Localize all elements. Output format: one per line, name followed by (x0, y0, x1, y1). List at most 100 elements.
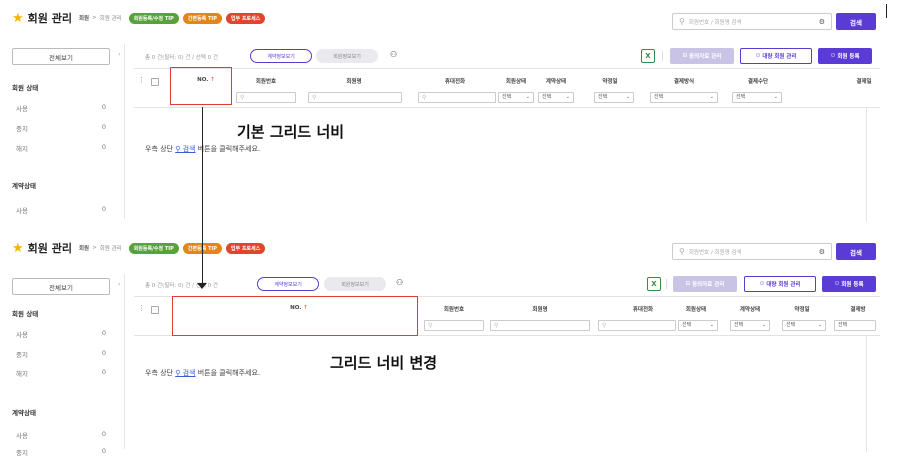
column-header-member-status[interactable]: 회원상태 (674, 305, 718, 313)
breadcrumb-separator: > (92, 245, 97, 251)
column-header-member-no[interactable]: 회원번호 (236, 77, 296, 85)
page-header: ★ 회원 관리 회원 > 회원 관리 회원등록/수정 TIP 간편등록 TIP … (12, 8, 266, 28)
filter-icon[interactable]: ⚙ (819, 248, 825, 256)
empty-search-link[interactable]: ⚲ 검색 (175, 369, 195, 377)
toolbar-separator (662, 51, 663, 61)
grid-count-info: 총 0 건(필터: 0) 건 / 선택 0 건 (145, 283, 218, 289)
highlight-no-column-resized (172, 296, 418, 336)
screenshot-top-panel: ★ 회원 관리 회원 > 회원 관리 회원등록/수정 TIP 간편등록 TIP … (0, 0, 880, 222)
breadcrumb-root[interactable]: 회원 (79, 244, 89, 252)
column-header-pay-method[interactable]: 결제방식 (664, 77, 704, 85)
favorite-star-icon[interactable]: ★ (12, 11, 24, 26)
search-input[interactable]: ⚲ 회원번호 / 회원명 검색 ⚙ (672, 13, 832, 30)
breadcrumb-current: 회원 관리 (99, 16, 122, 22)
breadcrumb-root[interactable]: 회원 (79, 14, 89, 22)
page-title: 회원 관리 (27, 12, 72, 25)
select-all-checkbox[interactable] (151, 78, 159, 86)
column-header-pay-means[interactable]: 결제수단 (738, 77, 778, 85)
bulk-data-button[interactable]: ⊟ 동의자료 관리 (670, 48, 734, 64)
filter-member-name-input[interactable]: ⚲ (308, 92, 402, 103)
grid-scroll-edge (866, 108, 867, 222)
collapse-sidebar-icon[interactable]: ‹ (118, 51, 120, 58)
search-icon: ⚲ (679, 17, 685, 26)
filter-member-no-input[interactable]: ⚲ (236, 92, 296, 103)
column-header-contract-status[interactable]: 계약상태 (538, 77, 574, 85)
filter-member-status-select[interactable]: 선택 ⌄ (498, 92, 534, 103)
collapse-sidebar-icon[interactable]: ‹ (118, 281, 120, 288)
tab-member-info[interactable]: 회원정보보기 (324, 277, 386, 291)
bulk-member-button[interactable]: ⚇ 대량 회원 관리 (740, 48, 812, 64)
person-settings-icon[interactable]: ⚇ (396, 278, 403, 287)
sidebar-item-terminated[interactable]: 해지 0 (16, 368, 106, 378)
sidebar-item-contract-suspended[interactable]: 중지 0 (16, 447, 106, 457)
sidebar-item-contract-active[interactable]: 사용 0 (16, 430, 106, 440)
column-header-pay-date[interactable]: 결제일 (846, 77, 880, 85)
filter-member-no-input[interactable]: ⚲ (424, 320, 484, 331)
tab-contract-info[interactable]: 계약정보보기 (257, 277, 319, 291)
filter-contract-status-select[interactable]: 선택 ⌄ (538, 92, 574, 103)
filter-icon[interactable]: ⚙ (819, 18, 825, 26)
view-all-button[interactable]: 전체보기 (12, 278, 110, 295)
column-menu-icon[interactable]: ⋮ (138, 76, 145, 84)
search-input[interactable]: ⚲ 회원번호 / 회원명 검색 ⚙ (672, 243, 832, 260)
person-settings-icon[interactable]: ⚇ (390, 50, 397, 59)
filter-pay-method-select[interactable]: 선택 ⌄ (650, 92, 718, 103)
view-all-button[interactable]: 전체보기 (12, 48, 110, 65)
excel-download-icon[interactable]: X (641, 49, 655, 63)
empty-grid-message: 우측 상단 ⚲ 검색 버튼을 클릭해주세요. (145, 369, 261, 377)
sidebar-item-terminated[interactable]: 해지 0 (16, 143, 106, 153)
sidebar-group-member-status: 회원 상태 (12, 310, 39, 318)
text-cursor (886, 4, 887, 18)
annotation-changed-width: 그리드 너비 변경 (330, 354, 438, 372)
grid-scroll-edge (866, 336, 867, 452)
filter-pay-method-select[interactable]: 선택 (834, 320, 876, 331)
resize-arrow-line (202, 107, 203, 287)
tip-simple-badge[interactable]: 간편등록 TIP (182, 12, 222, 24)
column-header-phone[interactable]: 휴대전화 (416, 77, 494, 85)
tab-contract-info[interactable]: 계약정보보기 (250, 49, 312, 63)
tip-register-badge[interactable]: 회원등록/수정 TIP (128, 242, 179, 254)
filter-contract-status-select[interactable]: 선택 ⌄ (730, 320, 770, 331)
page-header: ★ 회원 관리 회원 > 회원 관리 회원등록/수정 TIP 간편등록 TIP … (12, 238, 266, 258)
highlight-no-column-default (170, 67, 232, 105)
column-header-member-name[interactable]: 회원명 (304, 77, 404, 85)
filter-phone-input[interactable]: ⚲ (598, 320, 676, 331)
tab-member-info[interactable]: 회원정보보기 (316, 49, 378, 63)
sidebar-item-contract-active[interactable]: 사용 0 (16, 205, 106, 215)
search-placeholder: 회원번호 / 회원명 검색 (688, 19, 742, 26)
column-header-contract-date[interactable]: 약정일 (782, 305, 822, 313)
favorite-star-icon[interactable]: ★ (12, 241, 24, 256)
column-header-contract-status[interactable]: 계약상태 (728, 305, 772, 313)
column-header-member-no[interactable]: 회원번호 (424, 305, 484, 313)
excel-download-icon[interactable]: X (647, 277, 661, 291)
tip-process-badge[interactable]: 업무 프로세스 (225, 242, 266, 254)
select-all-checkbox[interactable] (151, 306, 159, 314)
search-button[interactable]: 검색 (836, 243, 876, 260)
register-member-button[interactable]: ⚇ 회원 등록 (822, 276, 876, 292)
filter-pay-means-select[interactable]: 선택 ⌄ (732, 92, 782, 103)
search-button[interactable]: 검색 (836, 13, 876, 30)
filter-member-name-input[interactable]: ⚲ (490, 320, 590, 331)
column-header-member-name[interactable]: 회원명 (490, 305, 590, 313)
sidebar-item-active[interactable]: 사용 0 (16, 103, 106, 113)
empty-search-link[interactable]: ⚲ 검색 (175, 145, 195, 153)
column-header-member-status[interactable]: 회원상태 (498, 77, 534, 85)
register-member-button[interactable]: ⚇ 회원 등록 (818, 48, 872, 64)
column-header-phone[interactable]: 휴대전화 (604, 305, 682, 313)
bulk-member-button[interactable]: ⚇ 대량 회원 관리 (744, 276, 816, 292)
column-header-pay-method-cut[interactable]: 결제방 (838, 305, 878, 313)
sidebar-item-active[interactable]: 사용 0 (16, 329, 106, 339)
sidebar-item-suspended[interactable]: 중지 0 (16, 123, 106, 133)
filter-member-status-select[interactable]: 선택 ⌄ (678, 320, 718, 331)
tip-process-badge[interactable]: 업무 프로세스 (225, 12, 266, 24)
sidebar-item-suspended[interactable]: 중지 0 (16, 349, 106, 359)
tip-register-badge[interactable]: 회원등록/수정 TIP (128, 12, 179, 24)
filter-contract-date-select[interactable]: 선택 ⌄ (782, 320, 826, 331)
annotation-default-width: 기본 그리드 너비 (237, 123, 345, 141)
column-menu-icon[interactable]: ⋮ (138, 304, 145, 312)
column-header-contract-date[interactable]: 약정일 (596, 77, 624, 85)
bulk-data-button[interactable]: ⊟ 동의자료 관리 (673, 276, 737, 292)
filter-phone-input[interactable]: ⚲ (418, 92, 496, 103)
filter-contract-date-select[interactable]: 선택 ⌄ (594, 92, 634, 103)
toolbar-separator (666, 279, 667, 289)
